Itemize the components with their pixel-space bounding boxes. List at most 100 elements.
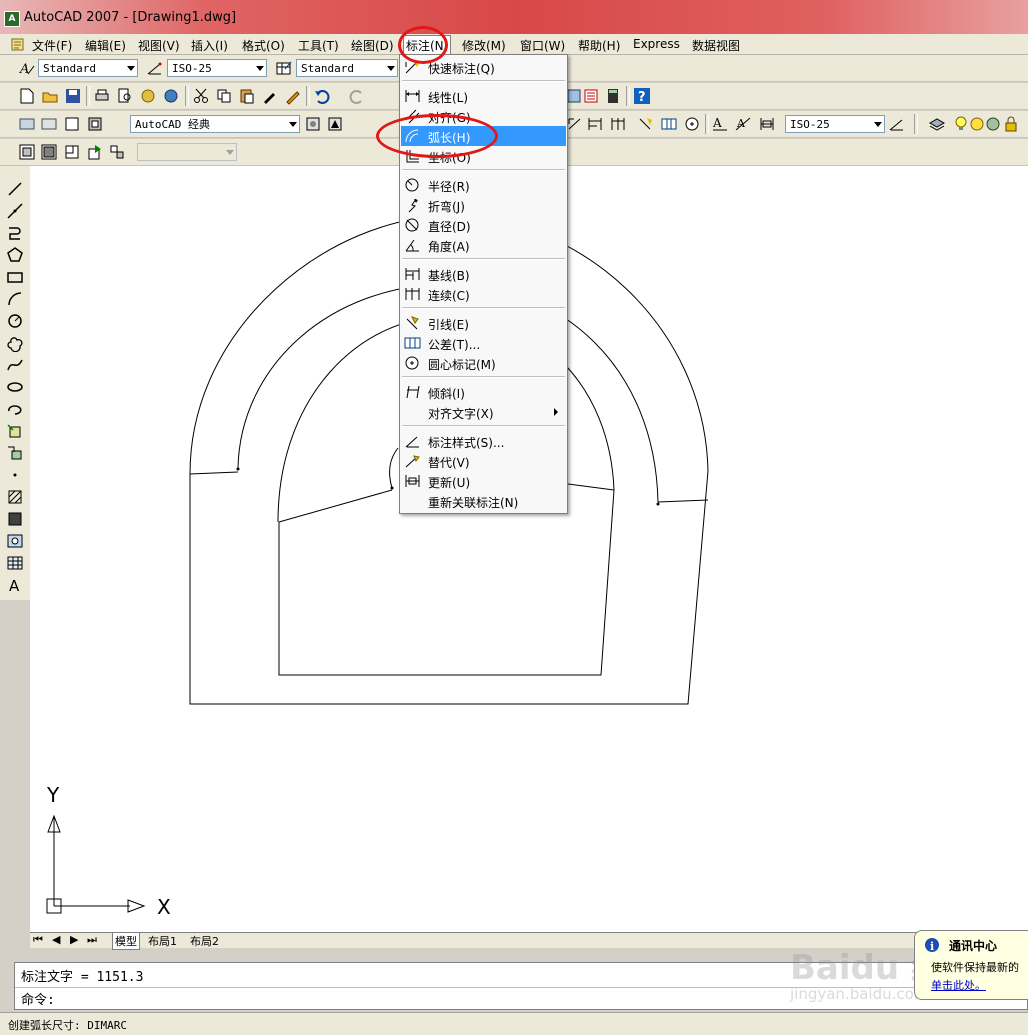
command-prompt[interactable]: 命令: — [21, 989, 55, 1008]
layer-lock-icon[interactable] — [1002, 115, 1020, 133]
plot-icon[interactable] — [93, 87, 111, 105]
menu-insert[interactable]: 插入(I) — [191, 37, 228, 54]
dim-edit-icon[interactable]: A — [711, 115, 729, 133]
menu-draw[interactable]: 绘图(D) — [351, 37, 394, 54]
help-icon[interactable]: ? — [633, 87, 651, 105]
viewport-icon[interactable] — [86, 115, 104, 133]
point-icon[interactable] — [6, 466, 24, 484]
text-style-icon[interactable]: A — [18, 59, 36, 77]
region-icon[interactable] — [6, 532, 24, 550]
workspace-select[interactable]: AutoCAD 经典 — [130, 115, 300, 133]
insert-block-icon[interactable] — [6, 422, 24, 440]
tab-nav-next-icon[interactable]: ▶ — [70, 933, 78, 946]
comm-center-balloon[interactable]: i 通讯中心 使软件保持最新的 单击此处。 — [914, 930, 1028, 1000]
layout-icon[interactable] — [63, 115, 81, 133]
menu-item-align-text[interactable]: 对齐文字(X) — [401, 402, 566, 422]
workspace-settings-icon[interactable] — [304, 115, 322, 133]
construction-line-icon[interactable] — [6, 202, 24, 220]
menu-item-center-mark[interactable]: 圆心标记(M) — [401, 353, 566, 373]
tab-nav-last-icon[interactable]: ⏭ — [87, 933, 97, 947]
calculator-icon[interactable] — [604, 87, 622, 105]
dim-update-icon[interactable] — [758, 115, 776, 133]
dim-text-edit-icon[interactable]: A — [734, 115, 752, 133]
paste-icon[interactable] — [238, 87, 256, 105]
menu-edit[interactable]: 编辑(E) — [85, 37, 126, 54]
menu-dimension[interactable]: 标注(N) — [403, 35, 452, 56]
dim-style-control[interactable]: ISO-25 — [785, 115, 885, 133]
table-style-select[interactable]: Standard — [296, 59, 398, 77]
menu-data-view[interactable]: 数据视图 — [692, 37, 740, 54]
dimension-style-icon[interactable] — [146, 59, 164, 77]
comm-center-link[interactable]: 单击此处。 — [931, 977, 986, 993]
menu-item-aligned[interactable]: 对齐(G) — [401, 106, 566, 126]
gradient-icon[interactable] — [6, 510, 24, 528]
polygon-icon[interactable] — [6, 246, 24, 264]
polyline-icon[interactable] — [6, 224, 24, 242]
hatch-icon[interactable] — [6, 488, 24, 506]
tab-layout2[interactable]: 布局2 — [190, 933, 219, 949]
menu-item-angular[interactable]: 角度(A) — [401, 235, 566, 255]
menu-item-reassociate[interactable]: 重新关联标注(N) — [401, 491, 566, 511]
menu-item-continue[interactable]: 连续(C) — [401, 284, 566, 304]
block-editor-icon[interactable] — [284, 87, 302, 105]
dim-baseline-icon[interactable] — [586, 115, 604, 133]
plot-preview-icon[interactable] — [116, 87, 134, 105]
menu-item-ordinate[interactable]: 坐标(O) — [401, 146, 566, 166]
redo-icon[interactable] — [348, 87, 366, 105]
document-icon[interactable] — [10, 36, 26, 52]
table-style-icon[interactable] — [275, 59, 293, 77]
viewport-convert-icon[interactable] — [63, 143, 81, 161]
my-workspace-icon[interactable] — [326, 115, 344, 133]
menu-window[interactable]: 窗口(W) — [520, 37, 565, 54]
match-properties-icon[interactable] — [261, 87, 279, 105]
new-icon[interactable] — [18, 87, 36, 105]
menu-view[interactable]: 视图(V) — [138, 37, 180, 54]
dim-style-manager-icon[interactable] — [888, 115, 906, 133]
menu-item-tolerance[interactable]: 公差(T)... — [401, 333, 566, 353]
dim-center-mark-icon[interactable] — [683, 115, 701, 133]
table-icon[interactable] — [6, 554, 24, 572]
3d-dwf-icon[interactable] — [162, 87, 180, 105]
viewport-single-icon[interactable] — [18, 143, 36, 161]
menu-format[interactable]: 格式(O) — [242, 37, 285, 54]
menu-item-oblique[interactable]: 倾斜(I) — [401, 382, 566, 402]
tool-palettes-icon[interactable] — [582, 87, 600, 105]
spline-icon[interactable] — [6, 356, 24, 374]
tab-nav-prev-icon[interactable]: ◀ — [52, 933, 60, 946]
viewport-polygon-icon[interactable] — [40, 143, 58, 161]
line-icon[interactable] — [6, 180, 24, 198]
menu-file[interactable]: 文件(F) — [32, 37, 72, 54]
menu-item-baseline[interactable]: 基线(B) — [401, 264, 566, 284]
ellipse-icon[interactable] — [6, 378, 24, 396]
dim-tolerance-icon[interactable] — [660, 115, 678, 133]
arc-icon[interactable] — [6, 290, 24, 308]
dim-style-select[interactable]: ISO-25 — [167, 59, 267, 77]
menu-modify[interactable]: 修改(M) — [462, 37, 506, 54]
layer-state-icon[interactable] — [40, 115, 58, 133]
copy-icon[interactable] — [215, 87, 233, 105]
menu-item-update[interactable]: 更新(U) — [401, 471, 566, 491]
menu-item-override[interactable]: 替代(V) — [401, 451, 566, 471]
ellipse-arc-icon[interactable] — [6, 400, 24, 418]
menu-item-dimension-style[interactable]: 标注样式(S)... — [401, 431, 566, 451]
dim-continue-icon[interactable] — [609, 115, 627, 133]
menu-item-diameter[interactable]: 直径(D) — [401, 215, 566, 235]
menu-express[interactable]: Express — [633, 37, 680, 51]
tab-model[interactable]: 模型 — [112, 933, 140, 950]
dim-quick-leader-icon[interactable] — [566, 115, 584, 133]
menu-item-leader[interactable]: 引线(E) — [401, 313, 566, 333]
viewport-clip-icon[interactable] — [86, 143, 104, 161]
menu-item-linear[interactable]: 线性(L) — [401, 86, 566, 106]
menu-item-quick-dimension[interactable]: 快速标注(Q) — [401, 57, 566, 77]
cut-icon[interactable] — [192, 87, 210, 105]
menu-item-jogged[interactable]: 折弯(J) — [401, 195, 566, 215]
multiline-text-icon[interactable]: A — [6, 576, 24, 594]
menu-item-radius[interactable]: 半径(R) — [401, 175, 566, 195]
open-icon[interactable] — [41, 87, 59, 105]
make-block-icon[interactable] — [6, 444, 24, 462]
text-style-select[interactable]: Standard — [38, 59, 138, 77]
viewport-scale-select[interactable] — [137, 143, 237, 161]
layer-manager-icon[interactable] — [928, 115, 946, 133]
save-icon[interactable] — [64, 87, 82, 105]
menu-item-arc-length[interactable]: 弧长(H) — [401, 126, 566, 146]
